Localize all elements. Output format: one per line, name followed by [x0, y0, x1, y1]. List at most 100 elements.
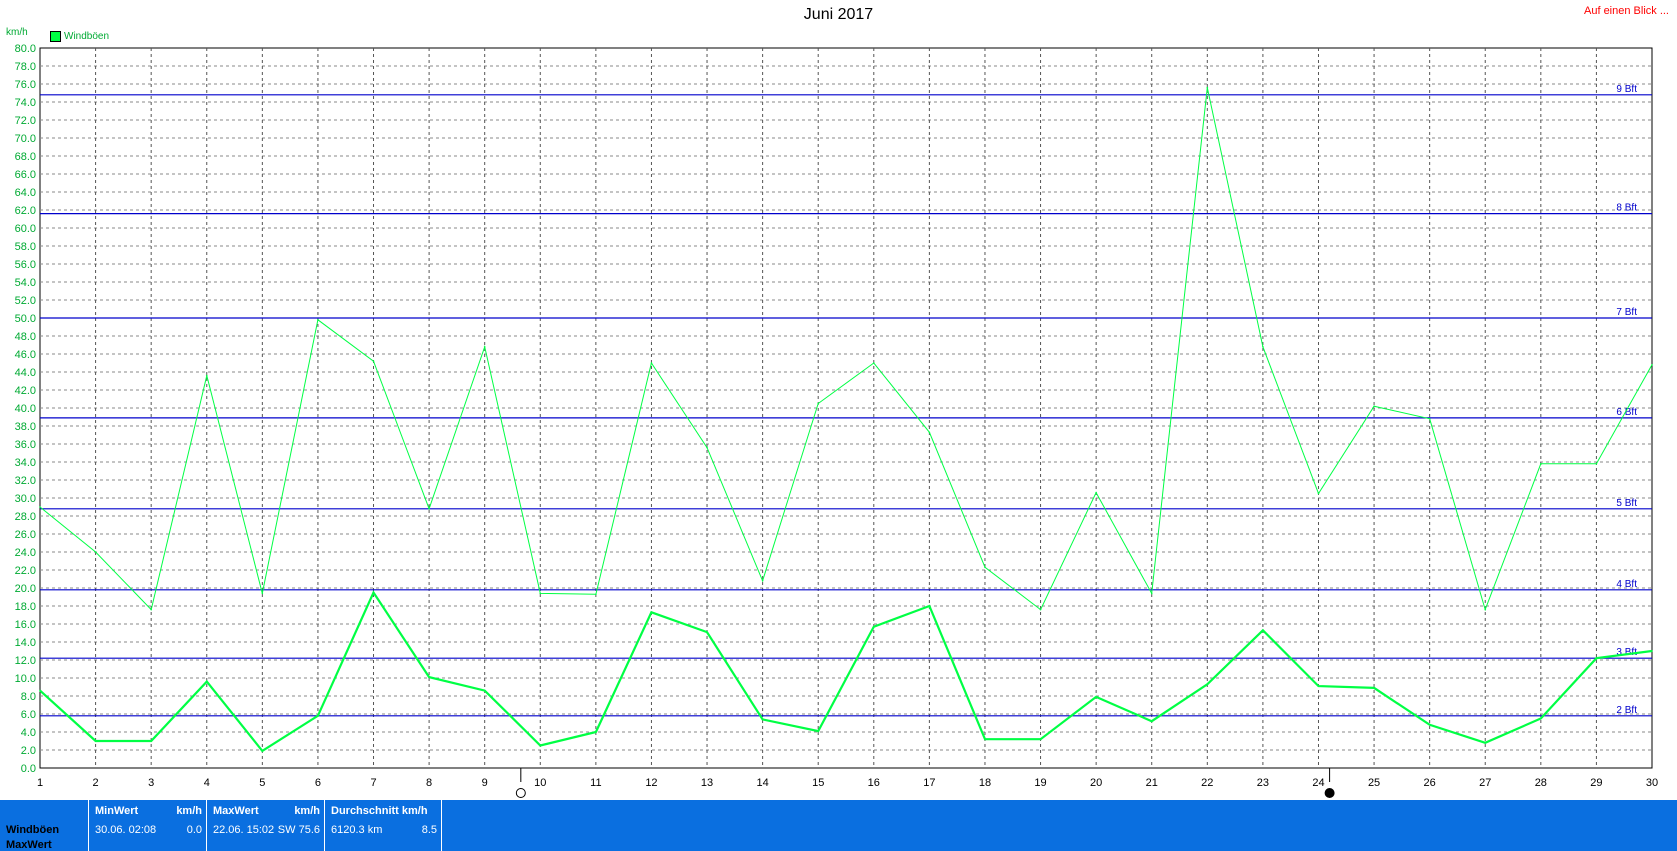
full-moon-icon — [515, 788, 526, 798]
y-tick-label: 46.0 — [15, 349, 36, 361]
x-tick-label: 28 — [1535, 777, 1547, 789]
data-point-avg — [984, 738, 986, 740]
y-tick-label: 14.0 — [15, 637, 36, 649]
y-tick-label: 40.0 — [15, 403, 36, 415]
data-point-max — [984, 566, 986, 569]
y-tick-label: 58.0 — [15, 241, 36, 253]
y-tick-label: 36.0 — [15, 439, 36, 451]
data-point-max — [817, 402, 820, 405]
data-point-avg — [1262, 629, 1264, 632]
row-label-windboeen: Windböen — [6, 824, 60, 836]
min-time: 30.06. 02:08 — [95, 824, 157, 836]
data-point-avg — [1651, 650, 1653, 652]
data-point-avg — [817, 730, 820, 732]
x-tick-label: 5 — [259, 777, 265, 789]
avg-label: Durchschnitt — [331, 805, 399, 817]
data-point-avg — [1595, 657, 1598, 659]
data-point-max — [1095, 491, 1097, 494]
data-point-avg — [1095, 696, 1097, 698]
data-point-max — [539, 592, 542, 595]
y-tick-label: 4.0 — [21, 727, 36, 739]
x-tick-label: 26 — [1424, 777, 1436, 789]
y-tick-label: 56.0 — [15, 259, 36, 271]
x-tick-label: 10 — [534, 777, 546, 789]
x-tick-label: 8 — [426, 777, 432, 789]
data-point-max — [205, 374, 208, 377]
y-tick-label: 74.0 — [15, 97, 36, 109]
data-point-max — [1206, 86, 1209, 89]
data-point-avg — [372, 591, 375, 594]
max-unit: km/h — [294, 805, 320, 817]
data-point-avg — [428, 676, 430, 678]
avg-dist: 6120.3 km — [331, 824, 383, 836]
data-point-avg — [1039, 738, 1042, 740]
y-tick-label: 34.0 — [15, 457, 36, 469]
x-tick-label: 25 — [1368, 777, 1380, 789]
data-point-max — [650, 362, 653, 364]
y-tick-label: 78.0 — [15, 61, 36, 73]
y-tick-label: 52.0 — [15, 295, 36, 307]
y-tick-label: 50.0 — [15, 313, 36, 325]
beaufort-label: 9 Bft — [1616, 84, 1637, 95]
data-point-avg — [150, 740, 152, 742]
data-point-avg — [1373, 687, 1375, 689]
x-tick-label: 6 — [315, 777, 321, 789]
x-tick-label: 12 — [645, 777, 657, 789]
min-label: MinWert — [95, 805, 139, 817]
data-point-avg — [1428, 724, 1431, 726]
y-tick-label: 18.0 — [15, 601, 36, 613]
y-tick-label: 0.0 — [21, 763, 36, 775]
avg-value: 8.5 — [421, 824, 437, 836]
y-tick-label: 26.0 — [15, 529, 36, 541]
data-point-max — [372, 360, 375, 363]
x-tick-label: 7 — [370, 777, 376, 789]
x-tick-label: 20 — [1090, 777, 1102, 789]
data-point-max — [872, 362, 875, 364]
beaufort-label: 6 Bft — [1616, 407, 1637, 418]
summary-panel: MinWert km/h 30.06. 02:08 0.0 MaxWert km/h … — [0, 800, 1677, 851]
x-tick-label: 15 — [812, 777, 824, 789]
legend-swatch — [50, 31, 61, 42]
x-tick-label: 9 — [482, 777, 488, 789]
y-tick-label: 12.0 — [15, 655, 36, 667]
x-tick-label: 14 — [756, 777, 768, 789]
y-tick-label: 6.0 — [21, 709, 36, 721]
data-point-avg — [483, 689, 486, 692]
data-point-max — [1484, 608, 1487, 611]
data-point-avg — [94, 740, 97, 742]
data-point-max — [1039, 608, 1042, 611]
y-tick-label: 38.0 — [15, 421, 36, 433]
avg-cell: Durchschnitt km/h 6120.3 km 8.5 — [324, 800, 442, 851]
y-tick-label: 32.0 — [15, 475, 36, 487]
data-point-avg — [1484, 742, 1487, 744]
data-point-max — [39, 506, 41, 508]
x-tick-label: 11 — [590, 777, 601, 789]
x-tick-label: 18 — [979, 777, 991, 789]
y-tick-label: 20.0 — [15, 583, 36, 595]
min-unit: km/h — [176, 805, 202, 817]
y-tick-label: 62.0 — [15, 205, 36, 217]
x-tick-label: 27 — [1479, 777, 1491, 789]
x-tick-label: 30 — [1646, 777, 1658, 789]
beaufort-label: 2 Bft — [1616, 705, 1637, 716]
x-tick-label: 13 — [701, 777, 713, 789]
data-point-avg — [39, 689, 41, 692]
overview-link[interactable]: Auf einen Blick ... — [1584, 5, 1669, 17]
data-point-max — [1317, 492, 1320, 495]
data-point-max — [706, 446, 708, 449]
data-point-avg — [761, 718, 764, 721]
beaufort-label: 7 Bft — [1616, 307, 1637, 318]
y-tick-label: 72.0 — [15, 115, 36, 127]
legend-label: Windböen — [64, 31, 110, 42]
data-point-avg — [650, 611, 653, 614]
x-tick-label: 16 — [868, 777, 880, 789]
data-point-max — [317, 319, 319, 321]
x-tick-label: 22 — [1201, 777, 1213, 789]
max-time: 22.06. 15:02 — [213, 824, 275, 836]
data-point-max — [595, 593, 597, 596]
x-tick-label: 2 — [93, 777, 99, 789]
y-tick-label: 28.0 — [15, 511, 36, 523]
data-point-avg — [872, 625, 875, 628]
legend: Windböen — [50, 31, 109, 42]
y-tick-label: 42.0 — [15, 385, 36, 397]
